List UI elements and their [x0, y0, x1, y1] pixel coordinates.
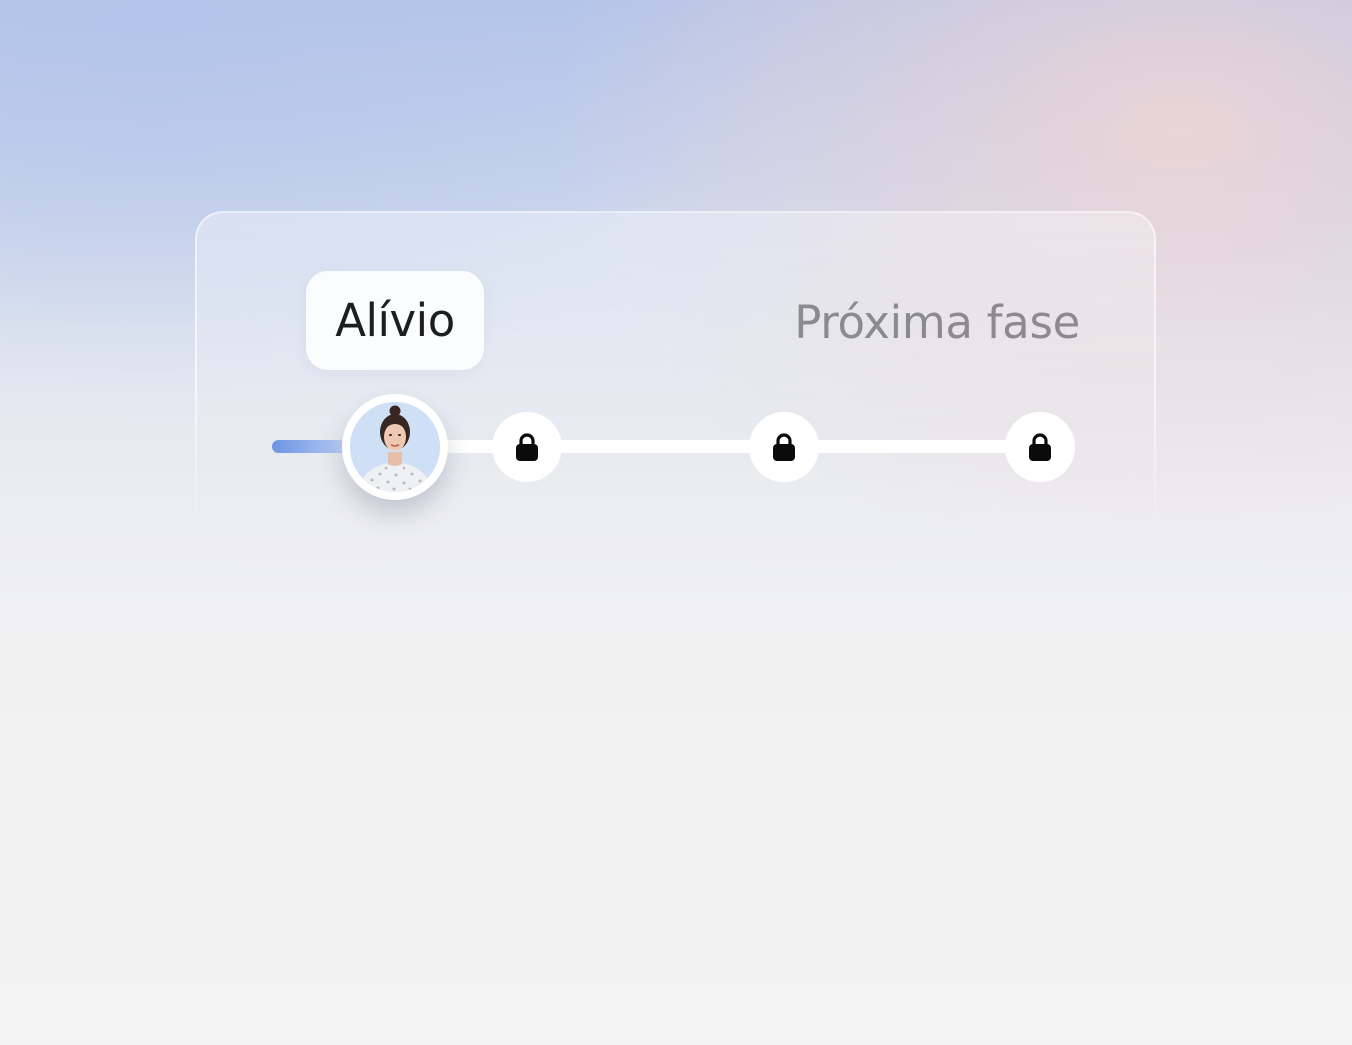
lock-icon — [1029, 433, 1051, 461]
current-stage-text: Alívio — [335, 294, 455, 347]
progress-card — [195, 211, 1156, 541]
avatar-portrait — [350, 402, 440, 492]
lock-icon — [773, 433, 795, 461]
avatar — [350, 402, 440, 492]
next-stage-label: Próxima fase — [794, 296, 1080, 349]
stage-node-locked[interactable] — [749, 412, 819, 482]
stage-node-locked[interactable] — [492, 412, 562, 482]
stage-node-locked[interactable] — [1005, 412, 1075, 482]
lock-icon — [516, 433, 538, 461]
current-stage-label: Alívio — [306, 271, 484, 370]
